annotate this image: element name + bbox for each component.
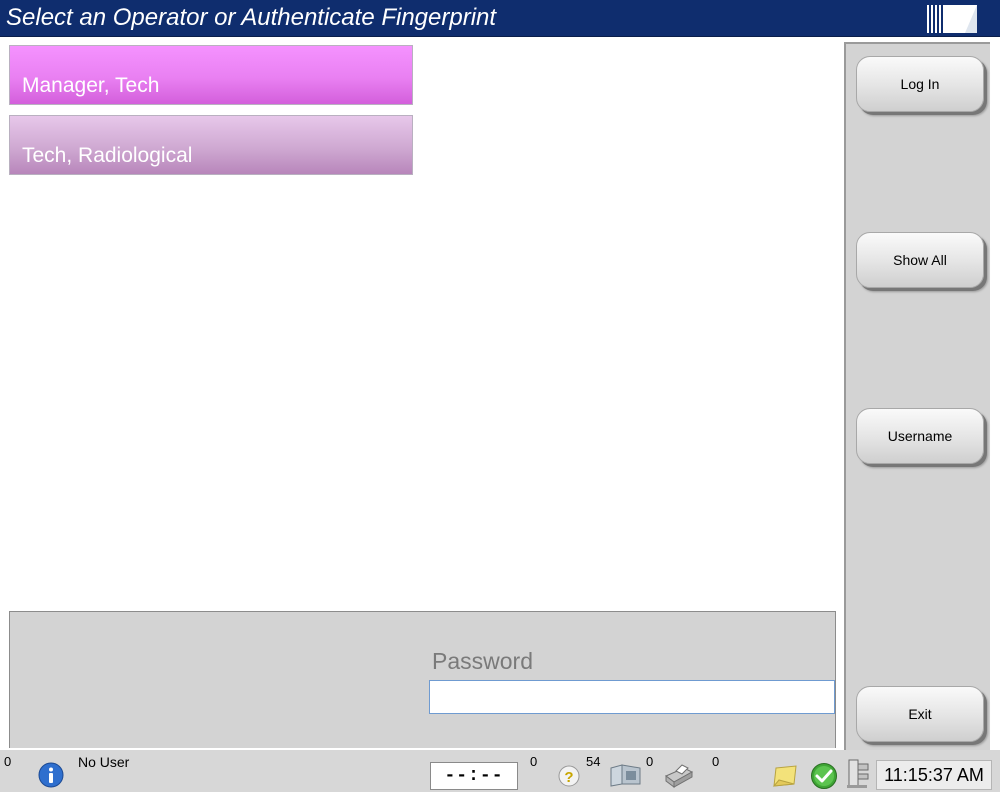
page-title: Select an Operator or Authenticate Finge… [6, 4, 497, 31]
tube-status-icon[interactable] [844, 758, 872, 790]
password-label: Password [432, 648, 533, 674]
clock: 11:15:37 AM [876, 760, 992, 790]
notes-icon[interactable] [770, 764, 800, 788]
info-icon[interactable] [38, 762, 64, 788]
help-count: 0 [530, 754, 538, 769]
password-panel: Password [9, 611, 836, 748]
show-all-button[interactable]: Show All [856, 232, 984, 288]
image-queue-icon[interactable] [608, 762, 644, 788]
print-count: 0 [646, 754, 654, 769]
status-bar: 0 No User --:-- 0 ? 54 0 0 11:15:37 AM [0, 750, 1000, 792]
action-panel: Log In Show All Username Exit [844, 42, 990, 750]
help-icon[interactable]: ? [556, 764, 582, 788]
password-field[interactable] [429, 680, 835, 714]
exit-button[interactable]: Exit [856, 686, 984, 742]
print-icon[interactable] [662, 762, 696, 788]
check-status-icon[interactable] [810, 762, 838, 790]
queue-count: 54 [586, 754, 601, 769]
operator-label: Manager, Tech [22, 74, 160, 97]
alerts-count: 0 [4, 754, 12, 769]
operator-tech-radiological[interactable]: Tech, Radiological [9, 115, 413, 175]
output-count: 0 [712, 754, 720, 769]
log-in-button[interactable]: Log In [856, 56, 984, 112]
hologic-logo-icon [925, 4, 979, 34]
username-button[interactable]: Username [856, 408, 984, 464]
svg-text:?: ? [564, 769, 573, 786]
exposure-timer: --:-- [430, 762, 518, 790]
operator-manager-tech[interactable]: Manager, Tech [9, 45, 413, 105]
current-user: No User [78, 754, 130, 770]
title-bar: Select an Operator or Authenticate Finge… [0, 0, 1000, 37]
operator-label: Tech, Radiological [22, 144, 193, 167]
